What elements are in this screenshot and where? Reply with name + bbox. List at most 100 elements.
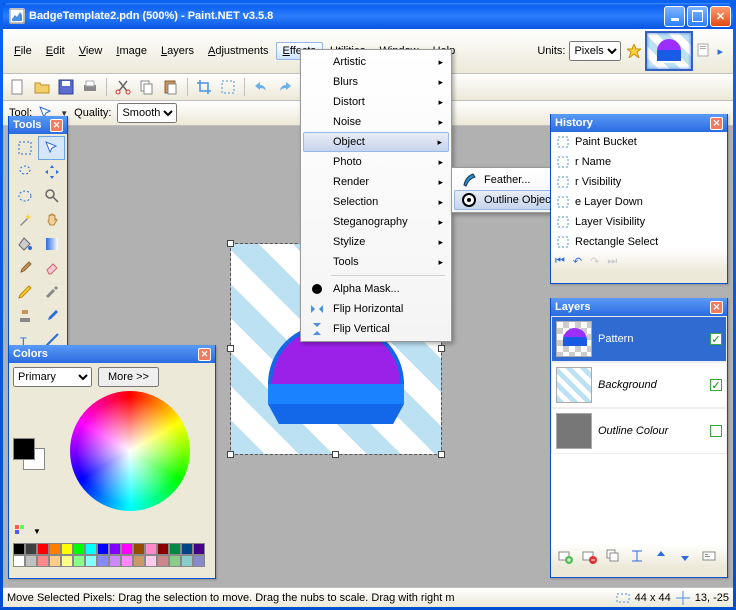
palette-color[interactable] — [37, 543, 49, 555]
menu-distort[interactable]: Distort — [303, 92, 449, 112]
eraser-tool[interactable] — [38, 256, 65, 280]
resize-handle[interactable] — [332, 451, 339, 458]
color-swatches[interactable] — [13, 438, 45, 470]
zoom-tool[interactable] — [38, 184, 65, 208]
crop-icon[interactable] — [193, 76, 215, 98]
primary-color-select[interactable]: Primary — [13, 367, 92, 387]
palette-color[interactable] — [181, 555, 193, 567]
palette-color[interactable] — [121, 543, 133, 555]
menu-file[interactable]: File — [7, 42, 39, 60]
menu-steganography[interactable]: Steganography — [303, 212, 449, 232]
magic-wand-tool[interactable] — [11, 208, 38, 232]
palette-color[interactable] — [133, 555, 145, 567]
recolor-tool[interactable] — [38, 304, 65, 328]
palette-color[interactable] — [109, 543, 121, 555]
maximize-button[interactable] — [687, 6, 708, 27]
resize-handle[interactable] — [227, 345, 234, 352]
palette-color[interactable] — [157, 555, 169, 567]
panel-close-button[interactable]: ✕ — [198, 348, 211, 361]
pencil-tool[interactable] — [11, 280, 38, 304]
palette-color[interactable] — [145, 555, 157, 567]
palette-color[interactable] — [97, 543, 109, 555]
menu-edit[interactable]: Edit — [39, 42, 72, 60]
layer-visibility-checkbox[interactable]: ✓ — [710, 333, 722, 345]
palette-color[interactable] — [73, 555, 85, 567]
palette-color[interactable] — [181, 543, 193, 555]
palette-color[interactable] — [169, 555, 181, 567]
more-button[interactable]: More >> — [98, 367, 159, 387]
palette-color[interactable] — [109, 555, 121, 567]
history-redo-icon[interactable]: ↷ — [590, 255, 599, 268]
move-down-icon[interactable] — [675, 546, 695, 566]
open-icon[interactable] — [31, 76, 53, 98]
layer-visibility-checkbox[interactable] — [710, 425, 722, 437]
history-undo-icon[interactable]: ↶ — [573, 255, 582, 268]
menu-object[interactable]: Object — [303, 132, 449, 152]
menu-image[interactable]: Image — [109, 42, 154, 60]
layer-item[interactable]: Outline Colour — [551, 408, 727, 454]
gradient-tool[interactable] — [38, 232, 65, 256]
menu-view[interactable]: View — [72, 42, 110, 60]
merge-layer-icon[interactable] — [627, 546, 647, 566]
palette-color[interactable] — [193, 555, 205, 567]
menu-noise[interactable]: Noise — [303, 112, 449, 132]
tools-panel[interactable]: Tools✕ T — [8, 116, 68, 355]
move-tool[interactable] — [38, 136, 65, 160]
move-selection-tool[interactable] — [38, 160, 65, 184]
palette-color[interactable] — [157, 543, 169, 555]
layer-item[interactable]: Background✓ — [551, 362, 727, 408]
palette-color[interactable] — [73, 543, 85, 555]
layer-item[interactable]: Pattern✓ — [551, 316, 727, 362]
palette-color[interactable] — [61, 555, 73, 567]
history-item[interactable]: r Name — [551, 152, 727, 172]
brush-tool[interactable] — [11, 256, 38, 280]
palette-color[interactable] — [97, 555, 109, 567]
palette-color[interactable] — [13, 555, 25, 567]
chevron-right-icon[interactable]: ▸ — [717, 45, 723, 58]
menu-blurs[interactable]: Blurs — [303, 72, 449, 92]
resize-handle[interactable] — [438, 451, 445, 458]
history-item[interactable]: Rectangle Select — [551, 232, 727, 250]
titlebar[interactable]: BadgeTemplate2.pdn (500%) - Paint.NET v3… — [3, 3, 733, 29]
history-item[interactable]: r Visibility — [551, 172, 727, 192]
menu-layers[interactable]: Layers — [154, 42, 201, 60]
resize-handle[interactable] — [227, 451, 234, 458]
undo-icon[interactable] — [250, 76, 272, 98]
palette-color[interactable] — [85, 555, 97, 567]
lasso-tool[interactable] — [11, 160, 38, 184]
resize-handle[interactable] — [227, 240, 234, 247]
deselect-icon[interactable] — [217, 76, 239, 98]
menu-flip-horizontal[interactable]: Flip Horizontal — [303, 299, 449, 319]
layer-visibility-checkbox[interactable]: ✓ — [710, 379, 722, 391]
color-picker-tool[interactable] — [38, 280, 65, 304]
menu-photo[interactable]: Photo — [303, 152, 449, 172]
close-button[interactable] — [710, 6, 731, 27]
menu-tools[interactable]: Tools — [303, 252, 449, 272]
quality-select[interactable]: Smooth — [117, 103, 177, 123]
minimize-button[interactable] — [664, 6, 685, 27]
copy-icon[interactable] — [136, 76, 158, 98]
menu-artistic[interactable]: Artistic — [303, 52, 449, 72]
resize-handle[interactable] — [438, 345, 445, 352]
document-thumbnail[interactable] — [645, 31, 693, 71]
history-item[interactable]: e Layer Down — [551, 192, 727, 212]
history-panel[interactable]: History✕ Paint Bucketr Namer Visibilitye… — [550, 114, 728, 284]
palette-color[interactable] — [169, 543, 181, 555]
redo-icon[interactable] — [274, 76, 296, 98]
history-item[interactable]: Paint Bucket — [551, 132, 727, 152]
palette-color[interactable] — [13, 543, 25, 555]
menu-adjustments[interactable]: Adjustments — [201, 42, 276, 60]
palette-menu-icon[interactable] — [13, 523, 29, 539]
palette-color[interactable] — [85, 543, 97, 555]
palette-color[interactable] — [61, 543, 73, 555]
palette-color[interactable] — [145, 543, 157, 555]
layers-panel[interactable]: Layers✕ Pattern✓Background✓Outline Colou… — [550, 298, 728, 578]
palette-color[interactable] — [25, 555, 37, 567]
palette-color[interactable] — [133, 543, 145, 555]
menu-stylize[interactable]: Stylize — [303, 232, 449, 252]
rect-select-tool[interactable] — [11, 136, 38, 160]
ellipse-select-tool[interactable] — [11, 184, 38, 208]
palette-color[interactable] — [49, 543, 61, 555]
history-first-icon[interactable]: ⏮ — [555, 255, 565, 268]
colors-panel[interactable]: Colors✕ Primary More >> ▼ — [8, 345, 216, 579]
